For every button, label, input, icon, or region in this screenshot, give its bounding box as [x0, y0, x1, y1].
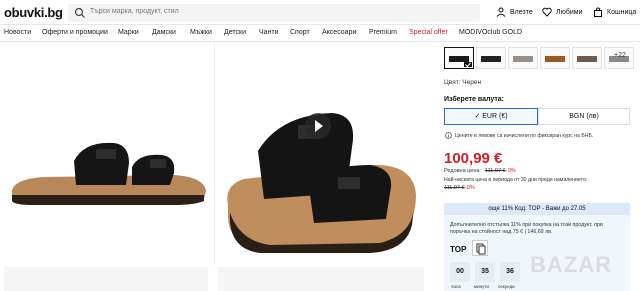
- currency-eur-button[interactable]: ✓ EUR (€): [444, 108, 538, 125]
- cart-button[interactable]: Кошница: [593, 7, 636, 17]
- promo-banner: още 11% Код: TOP - Важи до 27.05: [444, 203, 630, 215]
- bag-icon: [594, 7, 602, 17]
- search-placeholder: Търси марка, продукт, стил: [90, 8, 179, 15]
- nav-item[interactable]: Мъжки: [190, 29, 212, 36]
- main-nav: Новости Оферти и промоции Марки Дамски М…: [0, 25, 640, 42]
- user-icon: [496, 7, 506, 17]
- gallery-image-placeholder[interactable]: [4, 267, 208, 291]
- color-swatch[interactable]: [572, 47, 602, 69]
- product-price: 100,99 €: [444, 150, 503, 167]
- nav-item[interactable]: Новости: [4, 29, 31, 36]
- play-video-button[interactable]: [305, 113, 331, 139]
- copy-icon: [476, 243, 486, 255]
- color-swatch-black[interactable]: [444, 47, 474, 69]
- nav-item-special[interactable]: Special offer: [409, 29, 448, 36]
- product-image-left[interactable]: [4, 133, 210, 213]
- currency-bgn-button[interactable]: BGN (лв): [538, 108, 630, 125]
- nav-item[interactable]: Аксесоари: [322, 29, 356, 36]
- regular-price-label: Редовна цена:: [444, 168, 481, 174]
- promo-code: TOP: [450, 245, 467, 254]
- currency-title: Изберете валута:: [444, 96, 504, 103]
- check-icon: [449, 56, 472, 68]
- timer-seconds-label: секунди: [498, 284, 515, 289]
- favorites-button[interactable]: Любими: [542, 7, 583, 17]
- cart-label: Кошница: [607, 8, 637, 16]
- watermark-logo: BAZAR: [530, 252, 612, 277]
- lowest-discount: -9%: [465, 185, 475, 191]
- nav-item[interactable]: Марки: [118, 29, 139, 36]
- nav-item[interactable]: Чанти: [259, 29, 279, 36]
- nav-item[interactable]: Premium: [369, 29, 397, 36]
- copy-code-button[interactable]: [472, 240, 488, 256]
- lowest-price-label: Най-ниската цена в периода от 30 дни пре…: [444, 177, 588, 183]
- more-colors-link[interactable]: +22: [614, 52, 626, 59]
- color-swatch[interactable]: [540, 47, 570, 69]
- promo-text-line1: Допълнително отстъпка 11% при покупка на…: [450, 222, 603, 228]
- login-label: Влезте: [510, 8, 533, 16]
- search-input[interactable]: Търси марка, продукт, стил: [68, 4, 480, 22]
- gallery-image-placeholder[interactable]: [218, 267, 424, 291]
- timer-hours: 00: [450, 262, 470, 282]
- promo-text-line2: поръчка на стойност над 75 € | 146,69 лв…: [450, 229, 553, 235]
- timer-hours-label: часа: [451, 284, 461, 289]
- header: obuvki.bg Търси марка, продукт, стил Вле…: [0, 0, 640, 25]
- nav-item[interactable]: MODIVOclub GOLD: [459, 29, 522, 36]
- search-icon: [74, 7, 85, 18]
- color-swatch[interactable]: [476, 47, 506, 69]
- heart-icon: [542, 7, 552, 17]
- nav-item[interactable]: Спорт: [290, 29, 310, 36]
- timer-minutes-label: минути: [474, 284, 489, 289]
- currency-note: Цените в левове са изчислени по фиксиран…: [455, 133, 594, 139]
- product-gallery: [0, 43, 430, 291]
- site-logo[interactable]: obuvki.bg: [4, 5, 63, 20]
- regular-discount: -9%: [506, 168, 516, 174]
- nav-item[interactable]: Детски: [224, 29, 246, 36]
- nav-item[interactable]: Оферти и промоции: [42, 29, 108, 36]
- timer-minutes: 35: [475, 262, 495, 282]
- nav-item[interactable]: Дамски: [152, 29, 176, 36]
- login-button[interactable]: Влезте: [496, 7, 533, 17]
- color-label: Цвят: Черен: [444, 79, 482, 86]
- gallery-divider: [214, 43, 215, 265]
- favorites-label: Любими: [556, 8, 583, 16]
- regular-price: 111,97 €: [485, 168, 506, 174]
- timer-seconds: 36: [500, 262, 520, 282]
- gallery-bottom-row: [0, 265, 430, 291]
- lowest-price: 111,97 €: [444, 185, 465, 191]
- color-swatch[interactable]: [508, 47, 538, 69]
- info-icon: [445, 132, 452, 139]
